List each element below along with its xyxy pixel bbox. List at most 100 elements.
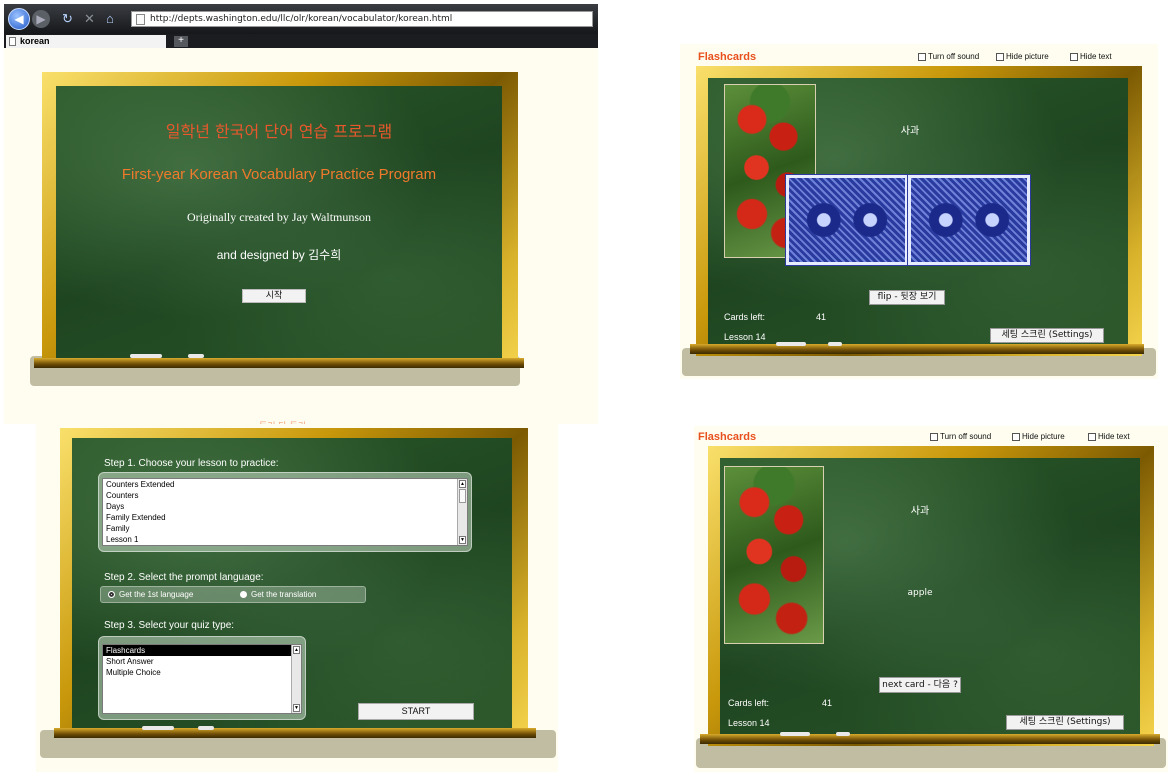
radio-label: Get the translation xyxy=(251,590,317,599)
step3-label: Step 3. Select your quiz type: xyxy=(104,620,235,631)
prompt-word: 사과 xyxy=(910,506,930,517)
cards-left-label: Cards left: xyxy=(724,312,766,322)
next-card-button[interactable]: next card - 다음 ? xyxy=(879,677,961,693)
list-item[interactable]: Short Answer xyxy=(103,656,301,667)
checkbox[interactable] xyxy=(1088,432,1096,441)
flashcard-front-panel: Flashcards Turn off sound Hide picture H… xyxy=(680,44,1158,379)
option-label: Turn off sound xyxy=(928,52,980,61)
designer-line: and designed by 김수희 xyxy=(56,246,502,263)
chalk-piece xyxy=(776,342,806,346)
flip-button[interactable]: flip - 뒷장 보기 xyxy=(869,290,945,305)
scroll-up-icon[interactable]: ▲ xyxy=(459,480,466,488)
checkbox[interactable] xyxy=(930,432,938,441)
cards-left-value: 41 xyxy=(822,698,833,708)
chalk-piece xyxy=(780,732,810,736)
chalk-piece xyxy=(828,342,842,346)
chalk-piece xyxy=(836,732,850,736)
title-korean: 일학년 한국어 단어 연습 프로그램 xyxy=(165,122,393,141)
chalk-piece xyxy=(142,726,174,730)
tab-strip: korean + xyxy=(4,34,598,48)
start-button[interactable]: START xyxy=(358,703,474,720)
chalk-ledge xyxy=(54,728,536,738)
step1-label: Step 1. Choose your lesson to practice: xyxy=(104,458,279,469)
list-item[interactable]: Lesson 1 xyxy=(103,534,467,545)
quiz-type-listbox[interactable]: Flashcards Short Answer Multiple Choice … xyxy=(102,644,302,714)
scroll-down-icon[interactable]: ▼ xyxy=(293,704,300,712)
radio-first-language[interactable]: Get the 1st language xyxy=(108,590,193,599)
list-item[interactable]: Counters xyxy=(103,490,467,501)
chalk-ledge xyxy=(34,358,524,368)
chalkboard: 일학년 한국어 단어 연습 프로그램 First-year Korean Voc… xyxy=(56,86,502,360)
browser-toolbar: ◀ ▶ ↻ ✕ ⌂ http://depts.washington.edu/ll… xyxy=(4,4,598,34)
translation-word: apple xyxy=(907,588,933,598)
option-turn-off-sound[interactable]: Turn off sound xyxy=(930,432,991,441)
option-hide-picture[interactable]: Hide picture xyxy=(996,52,1049,61)
address-url: http://depts.washington.edu/llc/olr/kore… xyxy=(150,14,453,24)
scroll-thumb[interactable] xyxy=(459,489,466,503)
cards-left-value: 41 xyxy=(816,312,827,322)
checkbox[interactable] xyxy=(1012,432,1020,441)
quiz-scrollbar[interactable]: ▲ ▼ xyxy=(291,645,301,713)
list-item[interactable]: Family xyxy=(103,523,467,534)
lesson-scrollbar[interactable]: ▲ ▼ xyxy=(457,479,467,545)
back-arrow-icon[interactable]: ◀ xyxy=(8,8,30,30)
scroll-up-icon[interactable]: ▲ xyxy=(293,646,300,654)
lesson-listbox[interactable]: Counters Extended Counters Days Family E… xyxy=(102,478,468,546)
cards-left-label: Cards left: xyxy=(728,698,770,708)
step2-label: Step 2. Select the prompt language: xyxy=(104,572,264,583)
lesson-label: Lesson 14 xyxy=(728,718,770,728)
list-item-selected[interactable]: Flashcards xyxy=(103,645,301,656)
settings-button[interactable]: 세팅 스크린 (Settings) xyxy=(990,328,1104,343)
designer-prefix: and designed by xyxy=(216,248,305,262)
list-item[interactable]: Days xyxy=(103,501,467,512)
option-turn-off-sound[interactable]: Turn off sound xyxy=(918,52,979,61)
flashcards-title: Flashcards xyxy=(698,51,757,63)
chalk-piece xyxy=(188,354,204,358)
radio-unselected-icon[interactable] xyxy=(240,591,247,598)
address-bar[interactable]: http://depts.washington.edu/llc/olr/kore… xyxy=(131,11,593,27)
title-screen-panel: ◀ ▶ ↻ ✕ ⌂ http://depts.washington.edu/ll… xyxy=(4,4,598,432)
prompt-word: 사과 xyxy=(900,126,920,137)
reload-icon[interactable]: ↻ xyxy=(62,11,73,27)
stop-icon[interactable]: ✕ xyxy=(84,11,95,27)
apple-picture xyxy=(724,466,824,644)
tab-title: korean xyxy=(20,36,50,46)
flashcard-back-panel: Flashcards Turn off sound Hide picture H… xyxy=(694,426,1168,772)
chalk-ledge xyxy=(690,344,1144,354)
lesson-label: Lesson 14 xyxy=(724,332,766,342)
option-label: Hide text xyxy=(1080,52,1112,61)
chalk-ledge xyxy=(700,734,1160,744)
page-icon xyxy=(136,14,145,25)
option-hide-text[interactable]: Hide text xyxy=(1070,52,1112,61)
browser-tab[interactable]: korean xyxy=(6,35,166,48)
option-hide-text[interactable]: Hide text xyxy=(1088,432,1130,441)
settings-panel: Step 1. Choose your lesson to practice: … xyxy=(36,424,558,772)
new-tab-button[interactable]: + xyxy=(174,36,188,47)
tab-page-icon xyxy=(9,37,16,46)
flashcards-title: Flashcards xyxy=(698,431,757,443)
radio-label: Get the 1st language xyxy=(119,590,194,599)
checkbox[interactable] xyxy=(1070,52,1078,61)
scroll-down-icon[interactable]: ▼ xyxy=(459,536,466,544)
checkbox[interactable] xyxy=(918,52,926,61)
radio-selected-icon[interactable] xyxy=(108,591,115,598)
settings-button[interactable]: 세팅 스크린 (Settings) xyxy=(1006,715,1124,730)
home-icon[interactable]: ⌂ xyxy=(106,11,114,26)
start-button[interactable]: 시작 xyxy=(242,289,306,303)
list-item[interactable]: Family Extended xyxy=(103,512,467,523)
screenshot-collage: ◀ ▶ ↻ ✕ ⌂ http://depts.washington.edu/ll… xyxy=(0,0,1172,777)
option-hide-picture[interactable]: Hide picture xyxy=(1012,432,1065,441)
option-label: Hide picture xyxy=(1022,432,1065,441)
title-english: First-year Korean Vocabulary Practice Pr… xyxy=(121,166,437,183)
card-back-left[interactable] xyxy=(785,174,909,266)
list-item[interactable]: Multiple Choice xyxy=(103,667,301,678)
radio-translation[interactable]: Get the translation xyxy=(240,590,316,599)
option-label: Hide picture xyxy=(1006,52,1049,61)
card-back-right[interactable] xyxy=(907,174,1031,266)
option-label: Hide text xyxy=(1098,432,1130,441)
option-label: Turn off sound xyxy=(940,432,992,441)
chalk-piece xyxy=(130,354,162,358)
checkbox[interactable] xyxy=(996,52,1004,61)
list-item[interactable]: Counters Extended xyxy=(103,479,467,490)
forward-arrow-icon[interactable]: ▶ xyxy=(32,10,50,28)
